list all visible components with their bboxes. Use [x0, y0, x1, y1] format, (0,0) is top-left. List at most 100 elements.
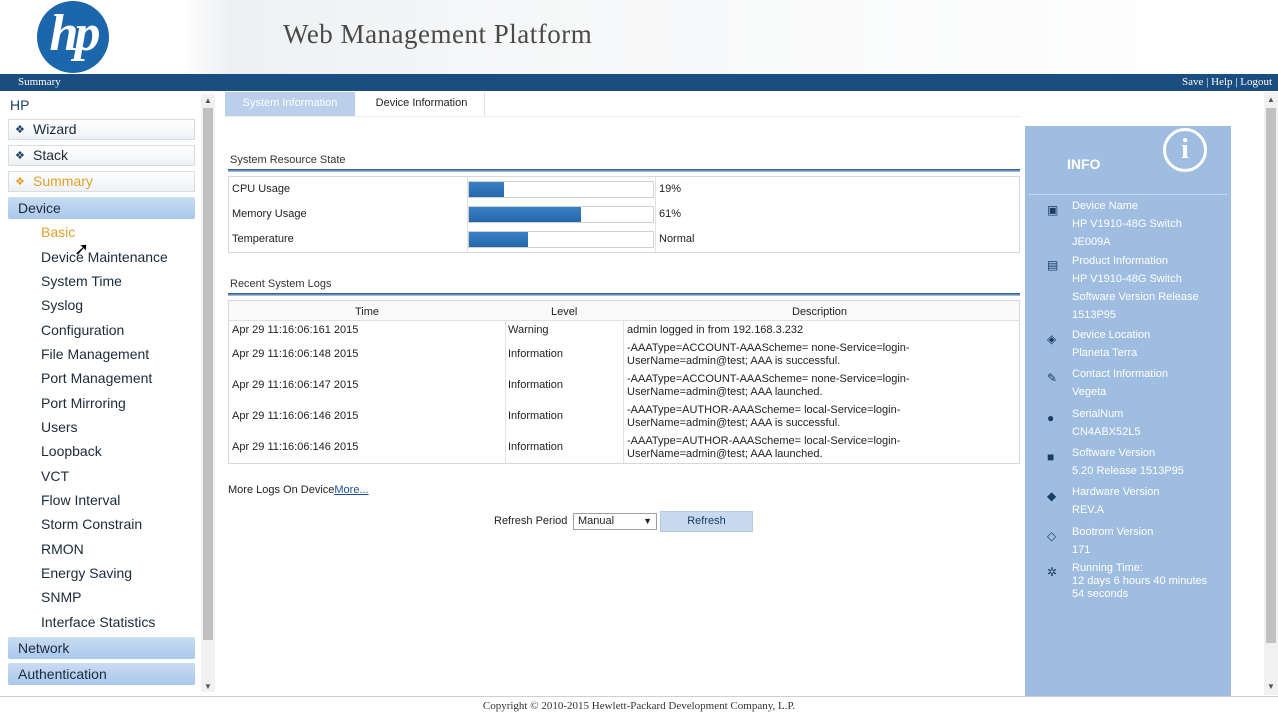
running-time-icon: ✲: [1047, 565, 1058, 579]
sidebar-item-port-management[interactable]: Port Management: [41, 370, 152, 386]
scroll-up-icon[interactable]: ▲: [204, 96, 212, 105]
info-value: Software Version Release: [1072, 291, 1199, 303]
refresh-button[interactable]: Refresh: [660, 511, 753, 532]
software-icon: ■: [1047, 450, 1055, 464]
info-label: Device Location: [1072, 329, 1151, 341]
column-header-time: Time: [355, 306, 380, 318]
info-icon: i: [1163, 128, 1207, 172]
scrollbar-thumb[interactable]: [203, 108, 213, 640]
sidebar-item-file-management[interactable]: File Management: [41, 346, 149, 362]
header: hp Web Management Platform: [0, 0, 1278, 74]
resource-value: 19%: [659, 183, 682, 195]
sidebar-item-syslog[interactable]: Syslog: [41, 297, 83, 313]
log-description: -AAAType=AUTHOR-AAAScheme= local-Service…: [627, 435, 900, 461]
info-value: 5.20 Release 1513P95: [1072, 465, 1184, 477]
sidebar-item-energy-saving[interactable]: Energy Saving: [41, 565, 132, 581]
log-description: -AAAType=AUTHOR-AAAScheme= local-Service…: [627, 404, 900, 430]
sidebar: HP ❖ Wizard ❖ Stack ❖ Summary Device Bas…: [0, 94, 216, 694]
info-divider: [1029, 194, 1227, 195]
info-label: Device Name: [1072, 200, 1139, 212]
more-logs-link[interactable]: More...: [334, 484, 368, 496]
tab-device-information[interactable]: Device Information: [359, 92, 485, 116]
footer-divider: [0, 696, 1278, 697]
sidebar-section-device[interactable]: Device: [8, 197, 195, 219]
info-value: Vegeta: [1072, 386, 1107, 398]
more-logs: More Logs On DeviceMore...: [228, 484, 369, 496]
bar-fill: [469, 207, 582, 222]
product-icon: ▤: [1047, 258, 1059, 272]
temperature-bar: [468, 231, 654, 248]
scroll-down-icon[interactable]: ▼: [1267, 682, 1275, 691]
help-link[interactable]: Help: [1211, 76, 1232, 88]
main-scrollbar[interactable]: ▲ ▼: [1264, 92, 1278, 695]
breadcrumb: Summary: [18, 76, 61, 88]
hardware-icon: ◆: [1047, 489, 1057, 503]
resource-value: 61%: [659, 208, 682, 220]
resource-row: Memory Usage 61%: [229, 202, 1019, 227]
info-label: SerialNum: [1072, 408, 1124, 420]
scroll-up-icon[interactable]: ▲: [1267, 95, 1275, 104]
log-level: Information: [508, 379, 564, 391]
column-header-level: Level: [551, 306, 578, 318]
log-description-line: -AAAType=AUTHOR-AAAScheme= local-Service…: [627, 435, 901, 447]
log-time: Apr 29 11:16:06:147 2015: [232, 379, 359, 391]
log-description-line: -AAAType=ACCOUNT-AAAScheme= none-Service…: [627, 373, 910, 385]
bar-fill: [469, 232, 528, 247]
info-value: HP V1910-48G Switch: [1072, 273, 1182, 285]
sidebar-item-label: Summary: [33, 173, 93, 189]
refresh-period-select[interactable]: Manual ▼: [573, 513, 657, 530]
sidebar-item-storm-constrain[interactable]: Storm Constrain: [41, 516, 142, 532]
column-header-description: Description: [792, 306, 848, 318]
log-time: Apr 29 11:16:06:146 2015: [232, 441, 359, 453]
platform-title: Web Management Platform: [283, 19, 593, 49]
sidebar-item-stack[interactable]: ❖ Stack: [8, 145, 195, 166]
scroll-down-icon[interactable]: ▼: [204, 682, 212, 691]
log-description: -AAAType=ACCOUNT-AAAScheme= none-Service…: [627, 373, 910, 399]
save-link[interactable]: Save: [1182, 76, 1203, 88]
info-title: INFO: [1067, 156, 1101, 172]
info-panel: INFO i ▣ Device Name HP V1910-48G Switch J…: [1025, 126, 1231, 696]
logs-section-title: Recent System Logs: [230, 278, 332, 290]
sidebar-root[interactable]: HP: [10, 97, 29, 113]
sidebar-item-wizard[interactable]: ❖ Wizard: [8, 119, 195, 140]
sidebar-section-network[interactable]: Network: [8, 637, 195, 659]
logs-table: Time Level Description Apr 29 11:16:06:1…: [228, 300, 1020, 464]
log-level: Information: [508, 441, 564, 453]
sidebar-item-vct[interactable]: VCT: [41, 468, 69, 484]
sidebar-item-interface-statistics[interactable]: Interface Statistics: [41, 614, 155, 630]
sidebar-item-configuration[interactable]: Configuration: [41, 322, 124, 338]
sidebar-item-snmp[interactable]: SNMP: [41, 589, 81, 605]
sidebar-item-flow-interval[interactable]: Flow Interval: [41, 492, 120, 508]
resource-label: Temperature: [232, 233, 294, 245]
cpu-usage-bar: [468, 181, 654, 198]
diamond-icon: ❖: [15, 150, 25, 162]
resource-table: CPU Usage 19% Memory Usage 61% Temperatu…: [228, 176, 1020, 253]
sidebar-item-system-time[interactable]: System Time: [41, 273, 122, 289]
info-value: REV.A: [1072, 504, 1105, 516]
resource-section-title: System Resource State: [230, 154, 346, 166]
refresh-period-label: Refresh Period: [494, 515, 568, 527]
sidebar-item-users[interactable]: Users: [41, 419, 78, 435]
hp-logo: hp: [37, 1, 109, 73]
sidebar-item-summary[interactable]: ❖ Summary: [8, 171, 195, 192]
sidebar-item-label: Stack: [33, 147, 69, 163]
sidebar-scrollbar[interactable]: ▲ ▼: [201, 94, 215, 692]
log-description-line: -AAAType=AUTHOR-AAAScheme= local-Service…: [627, 404, 901, 416]
sidebar-section-authentication[interactable]: Authentication: [8, 663, 195, 685]
log-time: Apr 29 11:16:06:146 2015: [232, 410, 359, 422]
sidebar-item-port-mirroring[interactable]: Port Mirroring: [41, 395, 126, 411]
info-value: HP V1910-48G Switch: [1072, 218, 1182, 230]
sidebar-item-device-maintenance[interactable]: Device Maintenance: [41, 249, 168, 265]
sidebar-item-rmon[interactable]: RMON: [41, 541, 84, 557]
scrollbar-thumb[interactable]: [1266, 108, 1276, 643]
logout-link[interactable]: Logout: [1240, 76, 1272, 88]
separator: |: [1235, 76, 1238, 88]
sidebar-item-basic[interactable]: Basic: [41, 224, 75, 240]
tab-system-information[interactable]: System Information: [225, 92, 355, 116]
log-description: -AAAType=ACCOUNT-AAAScheme= none-Service…: [627, 342, 910, 368]
info-value: CN4ABX52L5: [1072, 426, 1141, 438]
log-level: Information: [508, 348, 564, 360]
resource-label: Memory Usage: [232, 208, 307, 220]
sidebar-item-loopback[interactable]: Loopback: [41, 443, 102, 459]
info-value: 54 seconds: [1072, 588, 1129, 600]
